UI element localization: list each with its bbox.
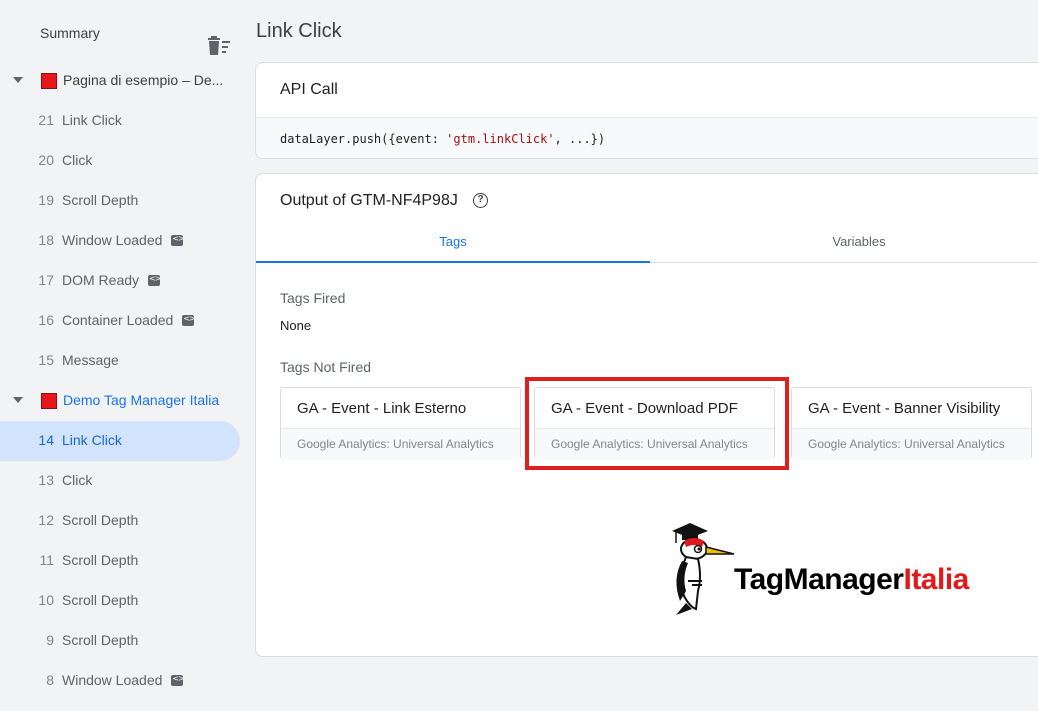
event-number: 8 (46, 672, 54, 688)
event-number: 9 (46, 632, 54, 648)
event-label: Window Loaded (62, 232, 163, 248)
api-call-code-box: dataLayer.push({event: 'gtm.linkClick', … (256, 117, 1038, 158)
event-label: Link Click (62, 432, 122, 448)
event-label-wrap: Container Loaded (62, 312, 195, 328)
page-row[interactable]: Demo Tag Manager Italia (0, 381, 240, 421)
event-label-wrap: Window Loaded (62, 232, 184, 248)
event-item[interactable]: 12 Scroll Depth (0, 501, 240, 541)
event-number: 17 (38, 272, 54, 288)
page-title: Link Click (256, 20, 342, 42)
sidebar: Summary Pagina di esempio – De... 21 Lin… (0, 0, 244, 711)
event-item[interactable]: 13 Click (0, 461, 240, 501)
event-item-selected[interactable]: 14 Link Click (0, 421, 240, 461)
api-call-code: dataLayer.push({event: 'gtm.linkClick', … (280, 132, 605, 146)
tab-tags[interactable]: Tags (256, 227, 650, 263)
event-label: Scroll Depth (62, 592, 139, 608)
tag-card[interactable]: GA - Event - Link Esterno Google Analyti… (280, 387, 521, 460)
event-item[interactable]: 18 Window Loaded (0, 221, 240, 261)
page-row[interactable]: Pagina di esempio – De... (0, 61, 240, 101)
event-number: 18 (38, 232, 54, 248)
event-label-wrap: DOM Ready (62, 272, 160, 288)
tag-name: GA - Event - Banner Visibility (808, 400, 1001, 417)
summary-label: Summary (40, 25, 100, 41)
code-icon (182, 314, 195, 326)
event-number: 15 (38, 352, 54, 368)
event-number: 19 (38, 192, 54, 208)
event-number: 13 (38, 472, 54, 488)
event-label: Click (62, 152, 93, 168)
event-item[interactable]: 11 Scroll Depth (0, 541, 240, 581)
event-number: 12 (38, 512, 54, 528)
event-item[interactable]: 16 Container Loaded (0, 301, 240, 341)
output-title: Output of GTM-NF4P98J (280, 192, 458, 209)
page-title: Pagina di esempio – De... (63, 72, 224, 88)
tags-not-fired-heading: Tags Not Fired (280, 359, 372, 375)
code-icon (171, 234, 184, 246)
logo-text-part2: Italia (903, 563, 969, 596)
logo-text-part1: TagManager (734, 563, 904, 596)
event-label: Scroll Depth (62, 512, 139, 528)
collapse-caret-icon[interactable] (13, 77, 23, 83)
tag-name: GA - Event - Link Esterno (297, 400, 467, 417)
summary-row[interactable]: Summary (0, 12, 244, 55)
help-icon[interactable]: ? (473, 193, 488, 208)
collapse-caret-icon[interactable] (13, 397, 23, 403)
woodpecker-mascot-icon (672, 523, 735, 615)
event-item[interactable]: 8 Window Loaded (0, 661, 240, 701)
event-label: Scroll Depth (62, 552, 139, 568)
api-call-title: API Call (280, 81, 338, 98)
code-icon (148, 274, 160, 286)
code-icon (171, 674, 184, 686)
event-number: 14 (38, 432, 54, 448)
tags-fired-none: None (280, 318, 312, 333)
event-item[interactable]: 9 Scroll Depth (0, 621, 240, 661)
highlight-box (525, 377, 789, 470)
event-label: Link Click (62, 112, 122, 128)
tab-bar: Tags Variables (256, 227, 1038, 263)
code-prefix: dataLayer.push({event: (280, 132, 447, 146)
event-item[interactable]: 10 Scroll Depth (0, 581, 240, 621)
clear-messages-icon[interactable] (208, 36, 232, 58)
tag-manager-italia-logo: TagManagerItalia (668, 521, 1008, 621)
event-item[interactable]: 19 Scroll Depth (0, 181, 240, 221)
event-item[interactable]: 17 DOM Ready (0, 261, 240, 301)
event-item[interactable]: 15 Message (0, 341, 240, 381)
page-title: Demo Tag Manager Italia (63, 392, 220, 408)
code-suffix: , ...}) (554, 132, 606, 146)
event-item[interactable]: 20 Click (0, 141, 240, 181)
event-label: Window Loaded (62, 672, 163, 688)
tag-type: Google Analytics: Universal Analytics (792, 428, 1031, 460)
tag-type: Google Analytics: Universal Analytics (281, 428, 520, 460)
event-label: Message (62, 352, 119, 368)
tag-card[interactable]: GA - Event - Banner Visibility Google An… (791, 387, 1032, 460)
api-call-card: API Call dataLayer.push({event: 'gtm.lin… (255, 62, 1038, 159)
event-number: 11 (39, 552, 54, 568)
logo-text: TagManagerItalia (734, 563, 969, 597)
event-label: Click (62, 472, 93, 488)
event-label: Scroll Depth (62, 192, 139, 208)
event-number: 10 (38, 592, 54, 608)
page-icon (41, 393, 57, 409)
event-label: Container Loaded (62, 312, 174, 328)
code-string: 'gtm.linkClick' (446, 132, 555, 146)
tags-fired-heading: Tags Fired (280, 290, 346, 306)
event-label: Scroll Depth (62, 632, 139, 648)
event-label-wrap: Window Loaded (62, 672, 184, 688)
event-number: 20 (38, 152, 54, 168)
event-number: 16 (38, 312, 54, 328)
page-icon (41, 73, 57, 89)
event-label: DOM Ready (62, 272, 140, 288)
tab-variables[interactable]: Variables (662, 227, 1038, 263)
event-item[interactable]: 21 Link Click (0, 101, 240, 141)
event-number: 21 (38, 112, 54, 128)
